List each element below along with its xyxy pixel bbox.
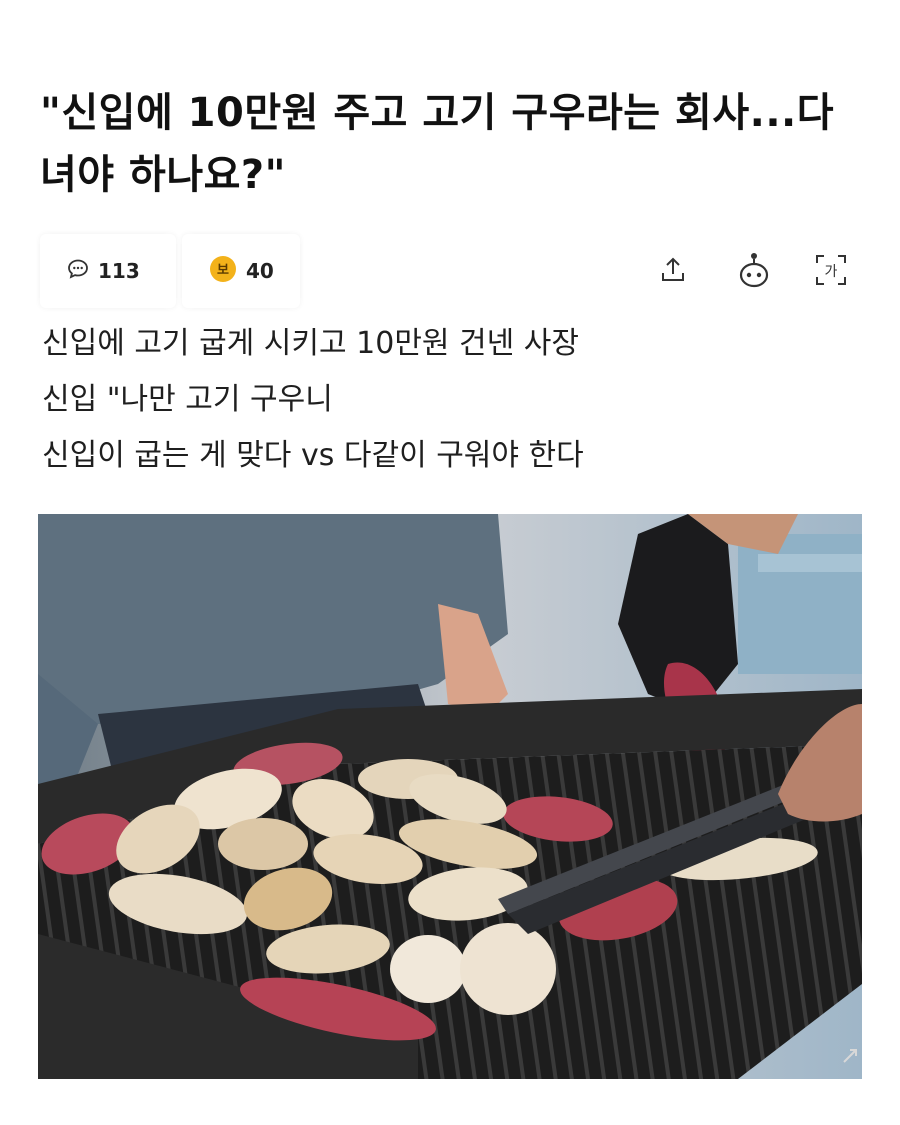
speech-bubble-icon <box>66 257 90 286</box>
font-size-icon[interactable]: 가 <box>805 244 857 296</box>
comments-button[interactable]: 113 <box>40 234 176 308</box>
reaction-count: 40 <box>246 259 274 283</box>
share-upload-icon[interactable] <box>647 244 699 296</box>
article-body: 신입에 고기 굽게 시키고 10만원 건넨 사장 신입 "나만 고기 구우니 신… <box>42 316 862 484</box>
robot-face-icon[interactable] <box>728 244 780 296</box>
body-line: 신입에 고기 굽게 시키고 10만원 건넨 사장 <box>42 326 579 361</box>
article-stats-bar: 113 보 40 가 <box>40 234 860 308</box>
grill-photo-illustration <box>38 514 862 1079</box>
reaction-face-icon: 보 <box>208 254 238 289</box>
svg-text:보: 보 <box>217 263 229 278</box>
body-line: 신입 "나만 고기 구우니 <box>42 382 333 417</box>
article-title: "신입에 10만원 주고 고기 구우라는 회사...다녀야 하나요?" <box>40 90 835 198</box>
comment-count: 113 <box>98 259 140 283</box>
svg-text:가: 가 <box>825 264 838 280</box>
reactions-button[interactable]: 보 40 <box>182 234 300 308</box>
article-photo <box>38 514 862 1079</box>
body-line: 신입이 굽는 게 맞다 vs 다같이 구워야 한다 <box>42 438 584 473</box>
